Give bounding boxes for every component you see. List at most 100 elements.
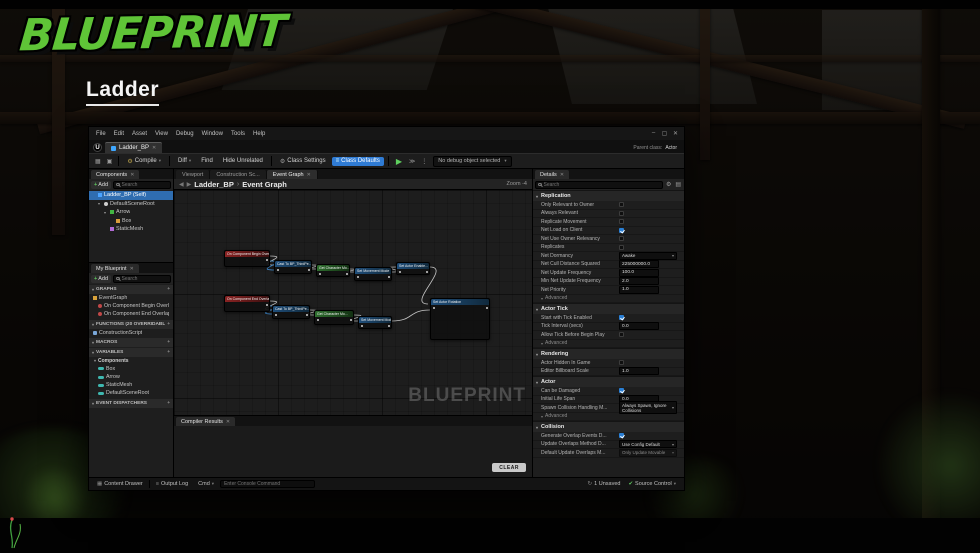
save-icon[interactable]: ▦ (93, 158, 103, 165)
add-component-button[interactable]: + Add (91, 180, 112, 189)
value-field[interactable]: 1.0 (619, 367, 659, 376)
source-control-button[interactable]: ✔ Source Control ▾ (624, 481, 680, 487)
add-icon[interactable]: + (167, 287, 170, 292)
debug-object-select[interactable]: No debug object selected ▾ (433, 155, 512, 167)
value-field[interactable]: 2.0 (619, 277, 659, 286)
tree-item-defaultsceneroot[interactable]: ▾ DefaultSceneRoot (89, 200, 173, 209)
tree-item-arrow[interactable]: ▾ Arrow (89, 208, 173, 217)
node-set-actor-rotation[interactable]: Set Actor Rotation (430, 298, 490, 340)
tab-details[interactable]: Details ✕ (535, 170, 570, 179)
unsaved-indicator[interactable]: ↻ 1 Unsaved (584, 481, 625, 487)
menu-help[interactable]: Help (249, 131, 269, 137)
checkbox[interactable] (619, 360, 624, 366)
play-button[interactable]: ▶ (393, 157, 405, 166)
checkbox[interactable] (619, 388, 624, 394)
clear-button[interactable]: CLEAR (492, 463, 526, 472)
node-on-component-end-overlap-box[interactable]: On Component End Overlap (Box) (224, 295, 270, 312)
bp-item-eventgraph[interactable]: EventGraph (89, 294, 173, 302)
menu-file[interactable]: File (92, 131, 110, 137)
more-options-icon[interactable]: ⋮ (419, 158, 429, 165)
node-get-character-mo[interactable]: Get Character Mo... (316, 264, 350, 277)
node-get-character-mo[interactable]: Get Character Mo... (314, 310, 354, 325)
dropdown[interactable]: Awake ▾ (619, 251, 677, 260)
content-drawer-button[interactable]: ▦ Content Drawer (93, 481, 147, 487)
browse-content-icon[interactable]: ▣ (105, 158, 115, 165)
node-set-movement-mode[interactable]: Set Movement Mode (358, 316, 392, 329)
class-defaults-button[interactable]: ≡ Class Defaults (331, 156, 384, 166)
checkbox[interactable] (619, 315, 624, 321)
compile-button[interactable]: ⚙ Compile ▾ (123, 156, 165, 166)
bp-item-on-component-begin-overlap-box[interactable]: On Component Begin Overlap (Box (89, 302, 173, 310)
maximize-button[interactable]: ▢ (659, 130, 670, 137)
details-section-replication[interactable]: ▾ Replication (533, 190, 684, 201)
tab-event-graph[interactable]: Event Graph ✕ (266, 170, 318, 179)
tab-components[interactable]: Components ✕ (91, 170, 140, 179)
minimize-button[interactable]: – (648, 130, 659, 137)
close-tab-icon[interactable]: ✕ (560, 172, 564, 178)
checkbox[interactable] (619, 210, 624, 216)
menu-asset[interactable]: Asset (128, 131, 151, 137)
details-section-collision[interactable]: ▾ Collision (533, 421, 684, 432)
node-set-movement-mode[interactable]: Set Movement Mode (354, 267, 392, 281)
tab-my-blueprint[interactable]: My Blueprint ✕ (91, 264, 139, 273)
dropdown[interactable]: Only Update Movable ▾ (619, 448, 677, 457)
console-command-input[interactable] (220, 480, 316, 488)
tab-viewport[interactable]: Viewport (176, 170, 211, 179)
property-advanced[interactable]: ▾ Advanced (533, 295, 684, 303)
dropdown[interactable]: Use Config Default ▾ (619, 440, 677, 449)
checkbox[interactable] (619, 433, 624, 439)
details-section-actor-tick[interactable]: ▾ Actor Tick (533, 303, 684, 314)
breadcrumb-ladder-bp[interactable]: Ladder_BP (194, 180, 234, 189)
section-graphs[interactable]: ▾ GRAPHS + (89, 285, 173, 294)
subsection-components[interactable]: ▾ Components (89, 357, 173, 365)
property-advanced[interactable]: ▾ Advanced (533, 340, 684, 348)
my-blueprint-search[interactable] (113, 274, 171, 283)
value-field[interactable]: 1.0 (619, 285, 659, 294)
checkbox[interactable] (619, 219, 624, 225)
bp-item-constructionscript[interactable]: ConstructionScript (89, 329, 173, 337)
details-search[interactable] (535, 180, 663, 189)
node-set-actor-enable[interactable]: Set Actor Enable... (396, 262, 430, 275)
add-icon[interactable]: + (167, 350, 170, 355)
close-tab-icon[interactable]: ✕ (152, 145, 156, 151)
checkbox[interactable] (619, 244, 624, 250)
breadcrumb-event-graph[interactable]: Event Graph (242, 180, 287, 189)
checkbox[interactable] (619, 202, 624, 208)
parent-class-value[interactable]: Actor (665, 145, 677, 151)
checkbox[interactable] (619, 332, 624, 338)
section-macros[interactable]: ▾ MACROS + (89, 337, 173, 347)
hide-unrelated-button[interactable]: Hide Unrelated (219, 157, 267, 166)
close-tab-icon[interactable]: ✕ (130, 266, 134, 272)
details-section-rendering[interactable]: ▾ Rendering (533, 348, 684, 359)
menu-edit[interactable]: Edit (110, 131, 128, 137)
section-variables[interactable]: ▾ VARIABLES + (89, 347, 173, 357)
value-field[interactable]: 100.0 (619, 268, 659, 277)
node-cast-to-bp-thirdpe[interactable]: Cast To BP_ThirdPe... (272, 305, 310, 319)
close-tab-icon[interactable]: ✕ (226, 419, 230, 425)
menu-tools[interactable]: Tools (227, 131, 249, 137)
value-field[interactable]: 225000000.0 (619, 260, 659, 269)
menu-debug[interactable]: Debug (172, 131, 198, 137)
bp-item-arrow[interactable]: Arrow (89, 373, 173, 381)
add-icon[interactable]: + (167, 340, 170, 345)
components-search-input[interactable] (121, 181, 168, 188)
components-search[interactable] (113, 180, 171, 189)
checkbox[interactable] (619, 236, 624, 242)
checkbox[interactable] (619, 227, 624, 233)
details-section-actor[interactable]: ▾ Actor (533, 376, 684, 387)
close-tab-icon[interactable]: ✕ (307, 172, 311, 178)
tab-compiler-results[interactable]: Compiler Results ✕ (176, 417, 236, 426)
find-button[interactable]: Find (197, 157, 217, 166)
tree-item-box[interactable]: Box (89, 217, 173, 226)
menu-view[interactable]: View (151, 131, 172, 137)
value-field[interactable]: 0.0 (619, 322, 659, 331)
add-icon[interactable]: + (167, 401, 170, 406)
tree-item-staticmesh[interactable]: StaticMesh (89, 225, 173, 234)
bp-item-defaultsceneroot[interactable]: DefaultSceneRoot (89, 389, 173, 397)
menu-window[interactable]: Window (198, 131, 227, 137)
forward-arrow-icon[interactable]: ▶ (187, 181, 192, 188)
close-tab-icon[interactable]: ✕ (130, 172, 134, 178)
bp-item-box[interactable]: Box (89, 365, 173, 373)
details-search-input[interactable] (543, 181, 660, 188)
bp-item-on-component-end-overlap-box[interactable]: On Component End Overlap (Box) (89, 310, 173, 318)
